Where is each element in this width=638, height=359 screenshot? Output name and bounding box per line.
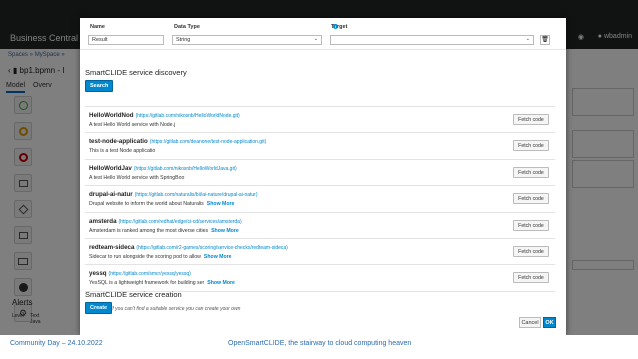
service-name: yessq (https://gitlab.com/smcr/yessq/yess… [89, 270, 191, 277]
service-name-text: HelloWorldNod [89, 112, 134, 119]
list-item: HelloWorldJav (https://gitlab.com/nikosnb… [85, 160, 555, 187]
fetch-code-button[interactable]: Fetch code [513, 193, 549, 205]
service-description: Drupal website to inform the world about… [89, 201, 234, 207]
service-description-text: Sidecar to run alongside the scoring pod… [89, 253, 201, 260]
fetch-code-button[interactable]: Fetch code [513, 140, 549, 152]
list-item: yessq (https://gitlab.com/smcr/yessq/yess… [85, 265, 555, 292]
fetch-code-button[interactable]: Fetch code [513, 219, 549, 231]
show-more-link[interactable]: Show More [207, 280, 235, 286]
service-description: A test Hello World service with SpringBo… [89, 175, 184, 181]
cancel-button[interactable]: Cancel [519, 317, 541, 328]
service-url[interactable]: (https://gitlab.com/r2-games/scoring/ser… [136, 245, 287, 251]
service-name-text: test-node-applicatio [89, 138, 148, 146]
service-url[interactable]: (https://gitlab.com/redhat/edge/ci-cd/se… [119, 219, 242, 225]
target-select[interactable]: ⌄ [330, 35, 534, 45]
service-description: YesSQL is a lightweight framework for bu… [89, 280, 235, 286]
list-item: HelloWorldNod (https://gitlab.com/nikosnb… [85, 107, 555, 134]
service-description-text: YesSQL is a lightweight framework for bu… [89, 280, 205, 287]
show-more-link[interactable]: Show More [207, 201, 235, 207]
creation-note: If you can't find a suitable service you… [111, 306, 241, 312]
service-description-text: Amsterdam is ranked among the most diver… [89, 227, 209, 234]
service-name: HelloWorldJav (https://gitlab.com/nikosnb… [89, 165, 237, 172]
ok-button[interactable]: OK [543, 317, 556, 328]
service-name: HelloWorldNod (https://gitlab.com/nikosnb… [89, 112, 240, 119]
service-name-text: HelloWorldJav [89, 164, 132, 172]
service-name: drupal-ai-natur (https://gitlab.com/natur… [89, 191, 258, 198]
service-description-text: A test Hello World service with SpringBo… [89, 174, 185, 181]
service-name-text: yessq [89, 270, 107, 278]
footer-date: Community Day – 24.10.2022 [10, 340, 103, 347]
data-type-select[interactable]: String ⌄ [172, 35, 322, 45]
service-description: Amsterdam is ranked among the most diver… [89, 228, 239, 234]
show-more-link[interactable]: Show More [204, 254, 232, 260]
chevron-down-icon: ⌄ [525, 36, 530, 42]
list-item: drupal-ai-natur (https://gitlab.com/natur… [85, 186, 555, 213]
fetch-code-button[interactable]: Fetch code [513, 272, 549, 284]
fetch-code-button[interactable]: Fetch code [513, 166, 549, 178]
service-url[interactable]: (https://gitlab.com/deanone/test-node-ap… [150, 139, 266, 145]
search-button[interactable]: Search [85, 80, 114, 92]
service-url[interactable]: (https://gitlab.com/nikosnb/HelloWorldNo… [136, 113, 240, 119]
slide-footer: Community Day – 24.10.2022 OpenSmartCLID… [0, 335, 638, 359]
service-dialog: Name Data Type Target i Result String ⌄ ⌄ … [80, 18, 566, 335]
service-name-text: amsterda [89, 217, 117, 225]
col-name: Name [90, 24, 105, 30]
show-more-link[interactable]: Show More [211, 228, 239, 234]
service-name-text: drupal-ai-natur [89, 191, 133, 199]
list-item: amsterda (https://gitlab.com/redhat/edge/… [85, 213, 555, 239]
name-input[interactable]: Result [88, 35, 164, 45]
fetch-code-button[interactable]: Fetch code [513, 114, 549, 125]
service-url[interactable]: (https://gitlab.com/smcr/yessq/yessq) [109, 271, 191, 277]
chevron-down-icon: ⌄ [313, 36, 318, 42]
service-url[interactable]: (https://gitlab.com/naturalis/bii/ai-nat… [135, 192, 258, 198]
service-description: A test Hello World service with Node.j [89, 122, 175, 128]
discovery-title: SmartCLIDE service discovery [85, 68, 187, 77]
list-item: redteam-sideca (https://gitlab.com/r2-gam… [85, 239, 555, 266]
create-button[interactable]: Create [85, 302, 113, 314]
service-name: redteam-sideca (https://gitlab.com/r2-gam… [89, 244, 288, 251]
service-name-text: redteam-sideca [89, 243, 135, 251]
creation-title: SmartCLIDE service creation [85, 290, 182, 299]
footer-title: OpenSmartCLIDE, the stairway to cloud co… [228, 340, 412, 347]
divider [80, 49, 566, 50]
service-url[interactable]: (https://gitlab.com/nikosnb/HelloWorldJa… [134, 166, 237, 172]
service-name: amsterda (https://gitlab.com/redhat/edge/… [89, 218, 242, 225]
service-description-text: Drupal website to inform the world about… [89, 201, 204, 208]
service-name: test-node-applicatio (https://gitlab.com/… [89, 138, 266, 145]
service-description: Sidecar to run alongside the scoring pod… [89, 254, 232, 260]
service-description: This is a test Node applicatio [89, 148, 155, 154]
service-list: HelloWorldNod (https://gitlab.com/nikosnb… [85, 106, 555, 292]
list-item: test-node-applicatio (https://gitlab.com/… [85, 133, 555, 160]
fetch-code-button[interactable]: Fetch code [513, 245, 549, 257]
data-type-value: String [176, 37, 191, 43]
service-description-text: This is a test Node applicatio [89, 148, 156, 155]
trash-icon[interactable]: 🗑 [540, 35, 550, 45]
service-description-text: A test Hello World service with Node.j [89, 122, 176, 128]
info-icon[interactable]: i [333, 24, 338, 29]
col-data-type: Data Type [174, 24, 200, 30]
